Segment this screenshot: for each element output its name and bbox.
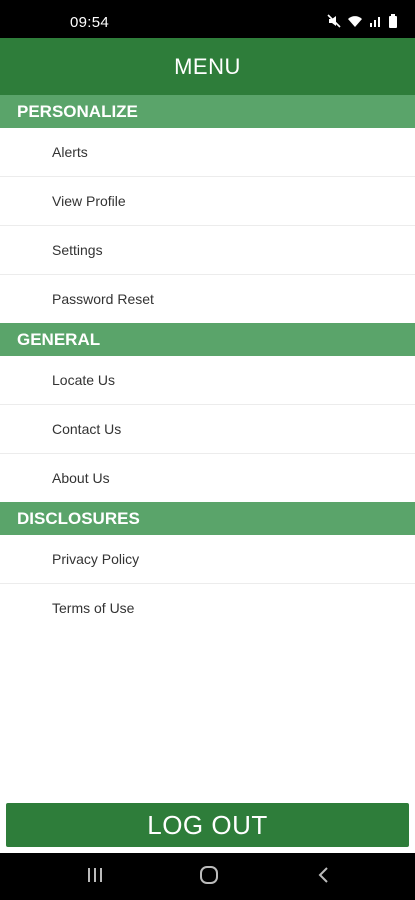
recent-apps-icon[interactable] [86,865,104,890]
system-nav-bar [0,853,415,900]
section-title: DISCLOSURES [17,508,140,528]
menu-item-view-profile[interactable]: View Profile [0,177,415,226]
battery-icon [389,14,397,28]
menu-item-settings[interactable]: Settings [0,226,415,275]
logout-label: LOG OUT [147,809,268,840]
menu-item-label: Locate Us [52,372,116,388]
menu-item-label: Terms of Use [52,600,135,616]
page-title: MENU [174,53,241,79]
menu-item-label: Settings [52,242,103,258]
status-icons [327,14,397,28]
section-header-disclosures: DISCLOSURES [0,502,415,535]
menu-list: PERSONALIZE Alerts View Profile Settings… [0,95,415,632]
menu-item-label: Privacy Policy [52,551,140,567]
back-icon[interactable] [316,865,332,890]
menu-item-label: View Profile [52,193,126,209]
home-icon[interactable] [199,865,219,890]
status-bar: 09:54 [0,0,415,38]
menu-item-contact-us[interactable]: Contact Us [0,405,415,454]
menu-item-alerts[interactable]: Alerts [0,128,415,177]
menu-item-locate-us[interactable]: Locate Us [0,356,415,405]
logout-button[interactable]: LOG OUT [6,803,409,847]
menu-item-label: About Us [52,470,110,486]
menu-item-about-us[interactable]: About Us [0,454,415,502]
signal-icon [369,14,383,28]
section-title: PERSONALIZE [17,101,138,121]
menu-item-password-reset[interactable]: Password Reset [0,275,415,323]
mute-icon [327,14,341,28]
menu-header: MENU [0,38,415,95]
wifi-icon [347,14,363,28]
menu-item-label: Alerts [52,144,88,160]
status-time: 09:54 [70,14,110,31]
section-title: GENERAL [17,329,101,349]
section-header-personalize: PERSONALIZE [0,95,415,128]
section-header-general: GENERAL [0,323,415,356]
menu-item-privacy-policy[interactable]: Privacy Policy [0,535,415,584]
menu-item-terms-of-use[interactable]: Terms of Use [0,584,415,632]
menu-item-label: Password Reset [52,291,154,307]
menu-item-label: Contact Us [52,421,122,437]
